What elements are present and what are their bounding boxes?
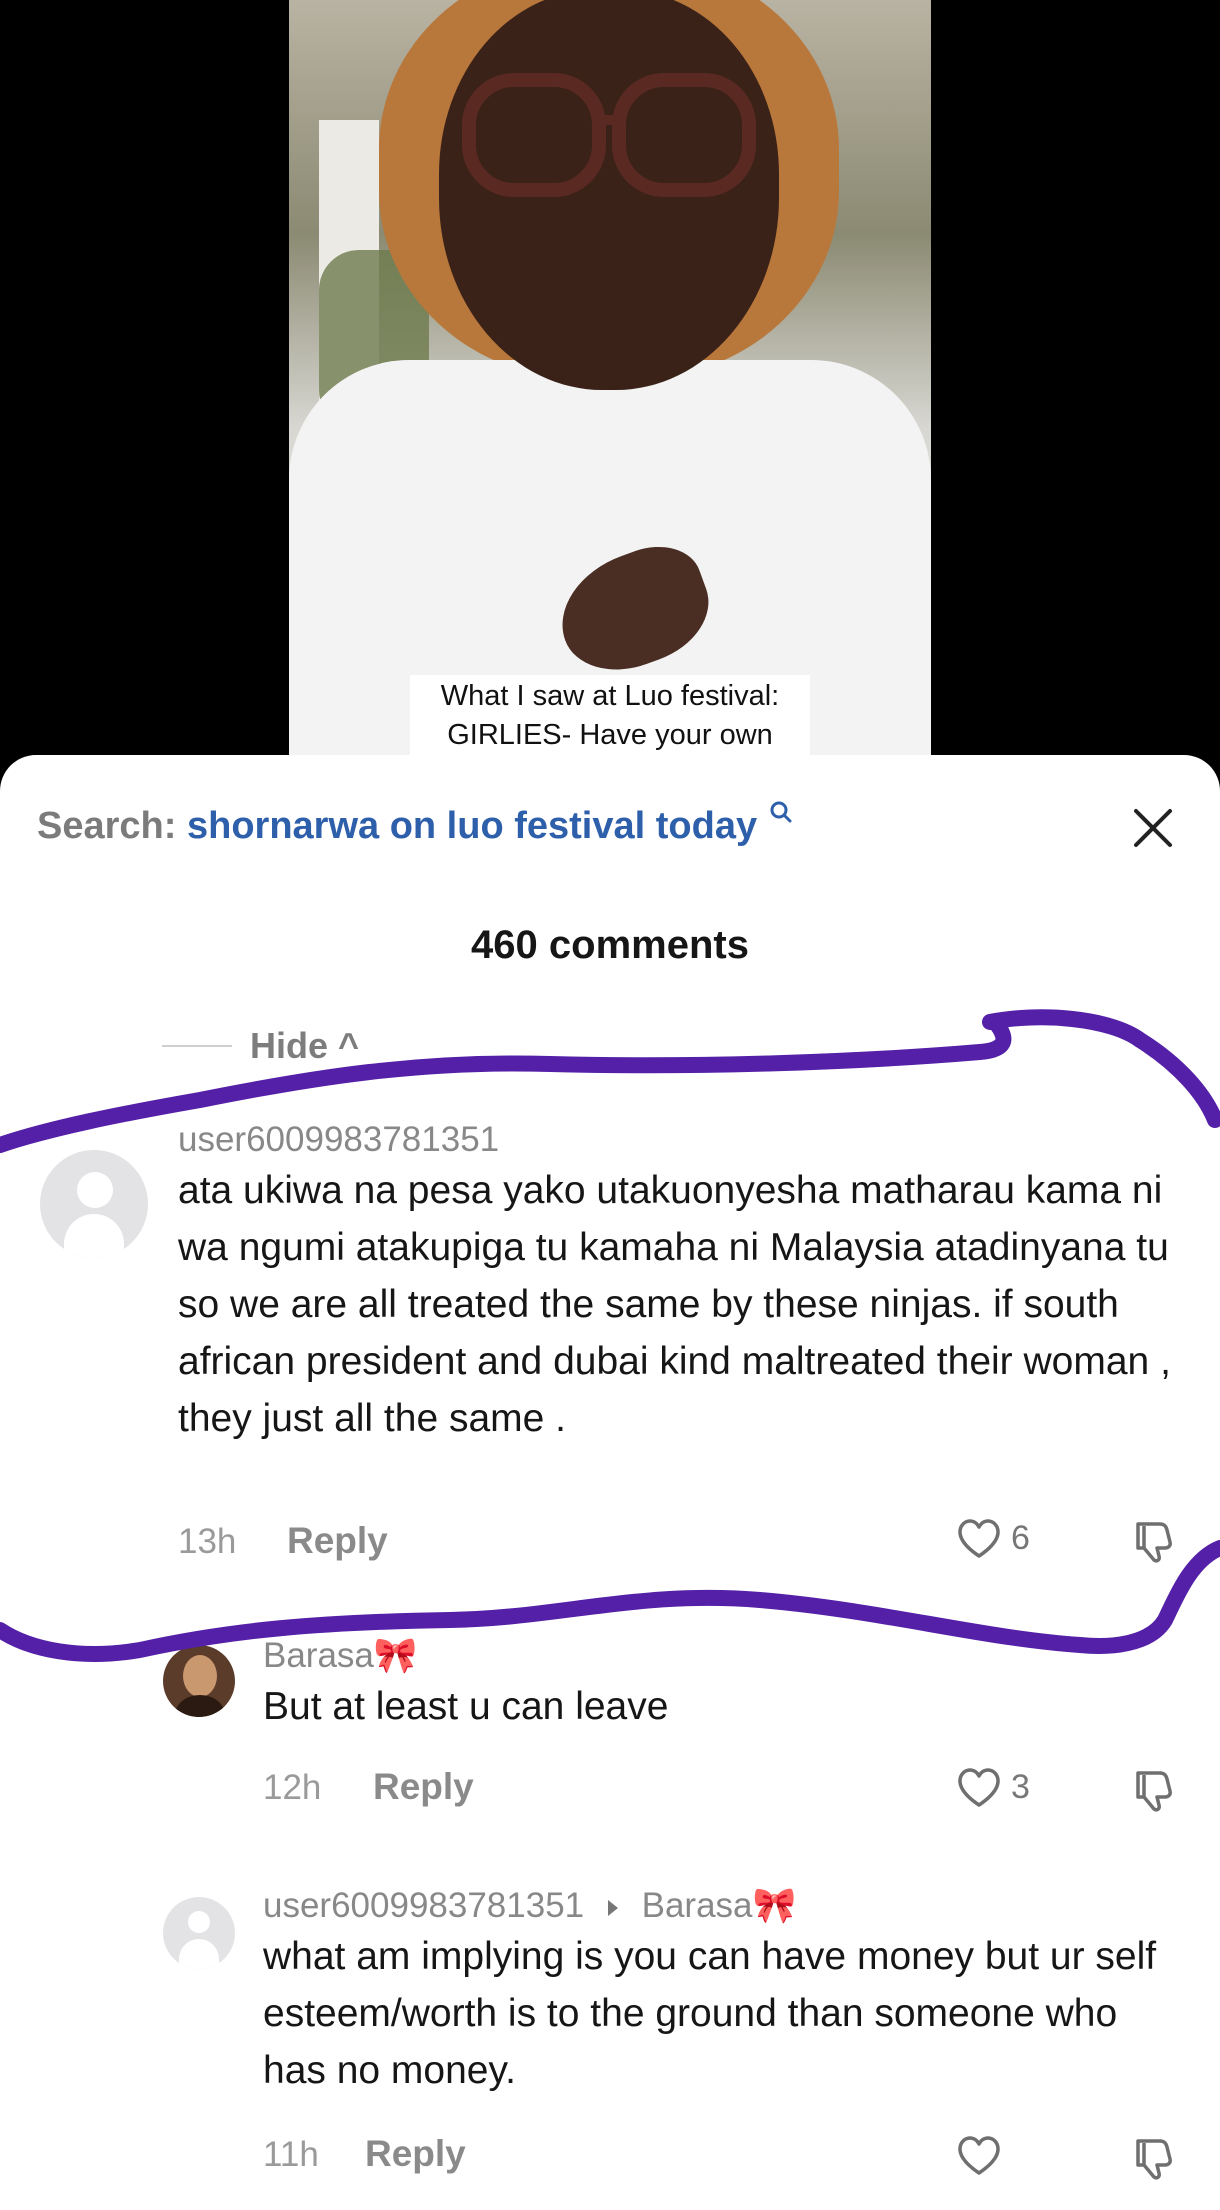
comments-count: 460 comments bbox=[471, 923, 749, 967]
video-caption: What I saw at Luo festival: GIRLIES- Hav… bbox=[410, 675, 810, 761]
avatar[interactable] bbox=[163, 1645, 235, 1717]
comment-time: 12h bbox=[263, 1768, 322, 1807]
close-icon[interactable] bbox=[1130, 805, 1176, 851]
hide-label: Hide ^ bbox=[250, 1025, 360, 1066]
like-count: 6 bbox=[1011, 1518, 1030, 1557]
like-button[interactable]: 3 bbox=[955, 1765, 1030, 1809]
search-icon[interactable] bbox=[768, 799, 794, 825]
comments-sheet: Search: shornarwa on luo festival today … bbox=[0, 755, 1220, 2210]
dislike-icon[interactable] bbox=[1130, 1518, 1178, 1566]
heart-icon bbox=[958, 2136, 1000, 2175]
like-count: 3 bbox=[1011, 1767, 1030, 1806]
hide-replies-button[interactable]: Hide ^ bbox=[162, 1025, 359, 1067]
comment-time: 11h bbox=[263, 2135, 319, 2174]
divider-line bbox=[162, 1045, 232, 1047]
comment-username[interactable]: user6009983781351 Barasa🎀 bbox=[263, 1885, 796, 1926]
caret-right-icon bbox=[607, 1899, 618, 1916]
heart-icon bbox=[958, 1519, 1000, 1558]
video-player[interactable]: What I saw at Luo festival: GIRLIES- Hav… bbox=[0, 0, 1220, 780]
glasses-graphic bbox=[462, 73, 756, 197]
avatar[interactable] bbox=[40, 1150, 148, 1258]
dislike-icon[interactable] bbox=[1130, 2135, 1178, 2183]
reply-button[interactable]: Reply bbox=[287, 1520, 388, 1562]
caption-line-2: GIRLIES- Have your own bbox=[447, 719, 773, 751]
search-label: Search: bbox=[37, 805, 177, 847]
comment-text: what am implying is you can have money b… bbox=[263, 1935, 1157, 2092]
comment-text: But at least u can leave bbox=[263, 1685, 669, 1728]
bow-emoji: 🎀 bbox=[373, 1636, 418, 1675]
heart-icon bbox=[958, 1768, 1000, 1807]
like-button[interactable] bbox=[955, 2133, 1011, 2177]
search-query-link[interactable]: shornarwa on luo festival today bbox=[187, 805, 757, 847]
reply-button[interactable]: Reply bbox=[365, 2133, 466, 2175]
reply-button[interactable]: Reply bbox=[373, 1766, 474, 1808]
video-frame bbox=[289, 0, 931, 780]
like-button[interactable]: 6 bbox=[955, 1516, 1030, 1560]
comment-username[interactable]: user6009983781351 bbox=[178, 1120, 499, 1160]
search-suggestion[interactable]: Search: shornarwa on luo festival today bbox=[37, 801, 794, 848]
comment-time: 13h bbox=[178, 1522, 237, 1561]
comment-text: ata ukiwa na pesa yako utakuonyesha math… bbox=[178, 1169, 1171, 1440]
avatar[interactable] bbox=[163, 1897, 235, 1969]
caption-line-1: What I saw at Luo festival: bbox=[440, 680, 780, 712]
dislike-icon[interactable] bbox=[1130, 1767, 1178, 1815]
comment-username[interactable]: Barasa🎀 bbox=[263, 1635, 418, 1676]
bow-emoji: 🎀 bbox=[752, 1886, 797, 1925]
